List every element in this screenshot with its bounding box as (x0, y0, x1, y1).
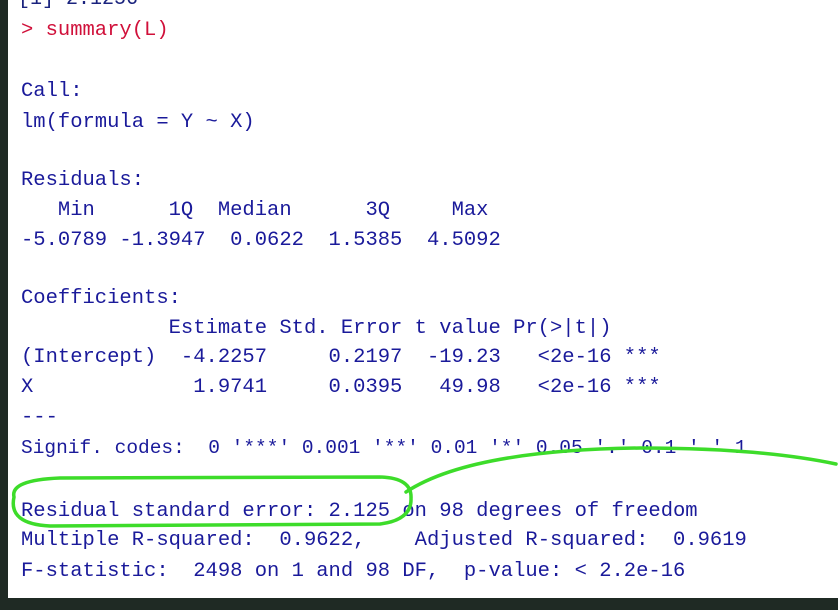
residuals-header: Residuals: (21, 169, 145, 192)
call-formula: lm(formula = Y ~ X) (21, 111, 255, 134)
call-header: Call: (21, 80, 83, 103)
r-console-output: [1] 2.1256 > summary(L) Call: lm(formula… (8, 0, 838, 598)
signif-codes-line: Signif. codes: 0 '***' 0.001 '**' 0.01 '… (21, 437, 747, 459)
f-statistic-line: F-statistic: 2498 on 1 and 98 DF, p-valu… (21, 560, 686, 583)
residuals-values: -5.0789 -1.3947 0.0622 1.5385 4.5092 (21, 229, 514, 252)
separator-line: --- (21, 406, 58, 429)
coefficients-header: Coefficients: (21, 287, 181, 310)
residuals-labels: Min 1Q Median 3Q Max (21, 199, 501, 222)
coefficients-column-header: Estimate Std. Error t value Pr(>|t|) (21, 317, 661, 340)
command-prompt-line: > summary(L) (21, 19, 169, 42)
r-squared-line: Multiple R-squared: 0.9622, Adjusted R-s… (21, 529, 760, 552)
partial-output-line: [1] 2.1256 (18, 0, 138, 11)
coefficient-row-intercept: (Intercept) -4.2257 0.2197 -19.23 <2e-16… (21, 346, 661, 369)
coefficient-row-x: X 1.9741 0.0395 49.98 <2e-16 *** (21, 376, 661, 399)
residual-standard-error-line: Residual standard error: 2.125 on 98 deg… (21, 500, 698, 523)
